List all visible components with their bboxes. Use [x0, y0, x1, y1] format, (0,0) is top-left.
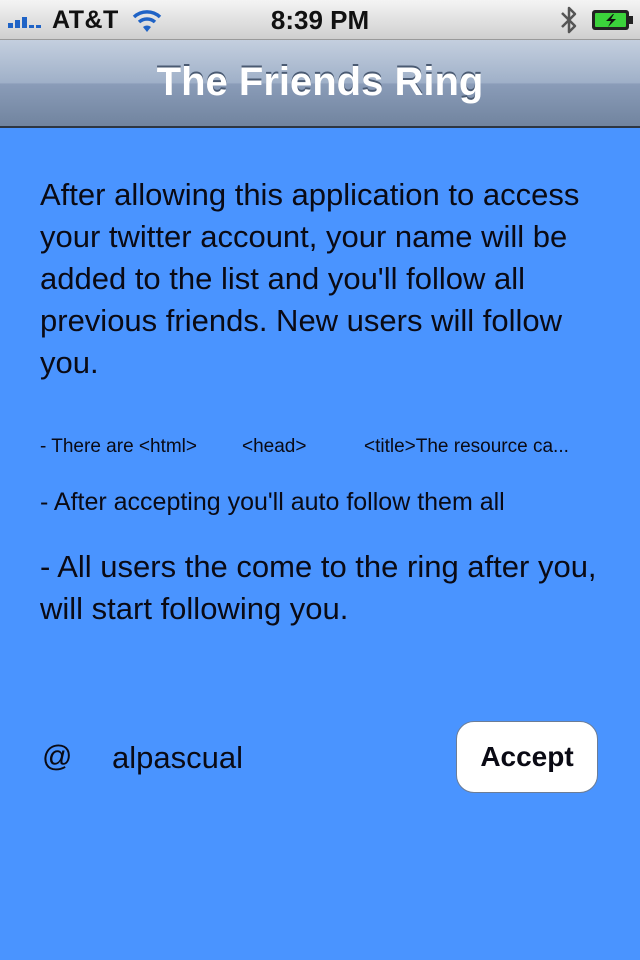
page-title: The Friends Ring — [156, 60, 484, 104]
intro-text: After allowing this application to acces… — [40, 177, 580, 380]
battery-icon — [591, 9, 635, 36]
navigation-bar: The Friends Ring — [0, 40, 640, 128]
status-bar: AT&T 8:39 PM — [0, 0, 640, 40]
bluetooth-icon — [558, 4, 580, 41]
at-sign-label: @ — [42, 740, 73, 773]
auto-follow-text: - After accepting you'll auto follow the… — [40, 488, 505, 516]
count-line-part2: <head> — [242, 436, 307, 457]
username-label: alpascual — [112, 740, 243, 775]
count-line-part1: - There are <html> — [40, 436, 198, 457]
friends-count-line: - There are <html> <head> <title>The res… — [40, 436, 600, 460]
status-time: 8:39 PM — [270, 5, 370, 35]
new-users-text: - All users the come to the ring after y… — [40, 549, 597, 626]
count-line-part3: <title>The resource ca... — [364, 436, 569, 457]
accept-button[interactable]: Accept — [456, 721, 598, 793]
